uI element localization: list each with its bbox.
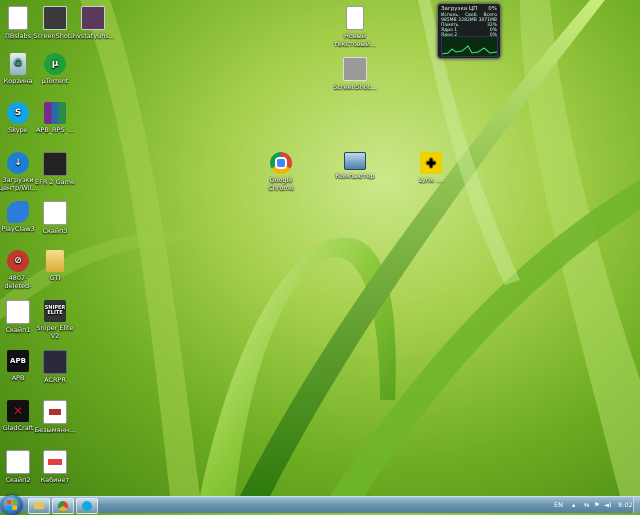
folder-icon (34, 502, 44, 509)
desktop-icon-apb-rar[interactable]: APB_RPS_... (33, 102, 77, 134)
cpu-gadget[interactable]: Загрузка ЦП 0% Исполь. Своб. Всего 985MB 22… (437, 3, 501, 59)
image-icon (43, 450, 67, 474)
document-icon (8, 6, 28, 30)
gadget-cpu-percent: 0% (488, 6, 497, 12)
desktop-icon-chrome[interactable]: Google Chrome (259, 152, 303, 192)
tray-expand-icon[interactable]: ▴ (572, 501, 575, 509)
cpu-graph (441, 36, 498, 57)
stop-icon: ⊘ (7, 250, 29, 272)
image-icon (343, 57, 367, 81)
game-icon (43, 350, 67, 374)
desktop-icon-acrp[interactable]: ACRPR (33, 350, 77, 384)
text-file-icon (346, 6, 364, 30)
sniper-icon: SNIPER ELITE (44, 300, 66, 322)
download-icon: ↓ (7, 152, 29, 174)
apb-icon: APB (7, 350, 29, 372)
image-icon (43, 6, 67, 30)
desktop-icon-lynx[interactable]: ✚ Lynx_... (409, 152, 453, 184)
image-icon (43, 400, 67, 424)
recycle-bin-icon: ♻ (10, 53, 26, 75)
skype-icon: S (7, 102, 29, 124)
wallpaper (0, 0, 640, 496)
utorrent-icon: µ (44, 53, 66, 75)
desktop-icon-kabinet[interactable]: Кабинет (33, 450, 77, 484)
desktop-icon-new-text[interactable]: Новый текстовый... (333, 6, 377, 48)
puzzle-icon: ✚ (420, 152, 442, 174)
volume-icon[interactable]: ◄) (604, 501, 612, 509)
desktop-icon-skan3[interactable]: Скайп3 (33, 201, 77, 235)
language-indicator[interactable]: EN (554, 501, 563, 509)
network-icon[interactable]: ⇆ (584, 501, 589, 509)
desktop-icon-ihd[interactable]: ihvstatyuhs... (71, 6, 115, 40)
folder-icon (46, 250, 64, 272)
computer-icon (344, 152, 366, 170)
system-tray: EN ▴ ⇆ ⚑ ◄) 8:02 (544, 497, 640, 513)
skype-icon (82, 501, 92, 511)
desktop-icon-sniper[interactable]: SNIPER ELITE Sniper Elite V2 (33, 300, 77, 340)
desktop-icon-gamingroup[interactable]: EFR 2 Game (33, 152, 77, 186)
show-desktop-button[interactable] (633, 497, 640, 513)
desktop-icon-gti[interactable]: GTI (33, 250, 77, 282)
desktop-icon-bezymyanny[interactable]: Безымянн... (33, 400, 77, 434)
windows-logo-icon (7, 500, 17, 510)
winrar-icon (44, 102, 66, 124)
playclaw-icon (7, 201, 29, 223)
desktop-icon-computer[interactable]: Компьютер (333, 152, 377, 180)
game-icon (43, 152, 67, 176)
clock[interactable]: 8:02 (618, 501, 633, 509)
taskbar: EN ▴ ⇆ ⚑ ◄) 8:02 (0, 495, 640, 515)
gladcraft-icon: ✕ (7, 400, 29, 422)
document-icon (43, 201, 67, 225)
flag-icon[interactable]: ⚑ (594, 501, 600, 509)
desktop-icon-utorrent[interactable]: µ µTorrent (33, 53, 77, 85)
chrome-icon (270, 152, 292, 174)
image-icon (81, 6, 105, 30)
document-icon (6, 450, 30, 474)
gadget-title: Загрузка ЦП 0% (441, 6, 497, 12)
start-button[interactable] (2, 495, 22, 515)
document-icon (6, 300, 30, 324)
chrome-icon (58, 501, 68, 511)
desktop-icon-screenshot2[interactable]: ScreenShot... (333, 57, 377, 91)
